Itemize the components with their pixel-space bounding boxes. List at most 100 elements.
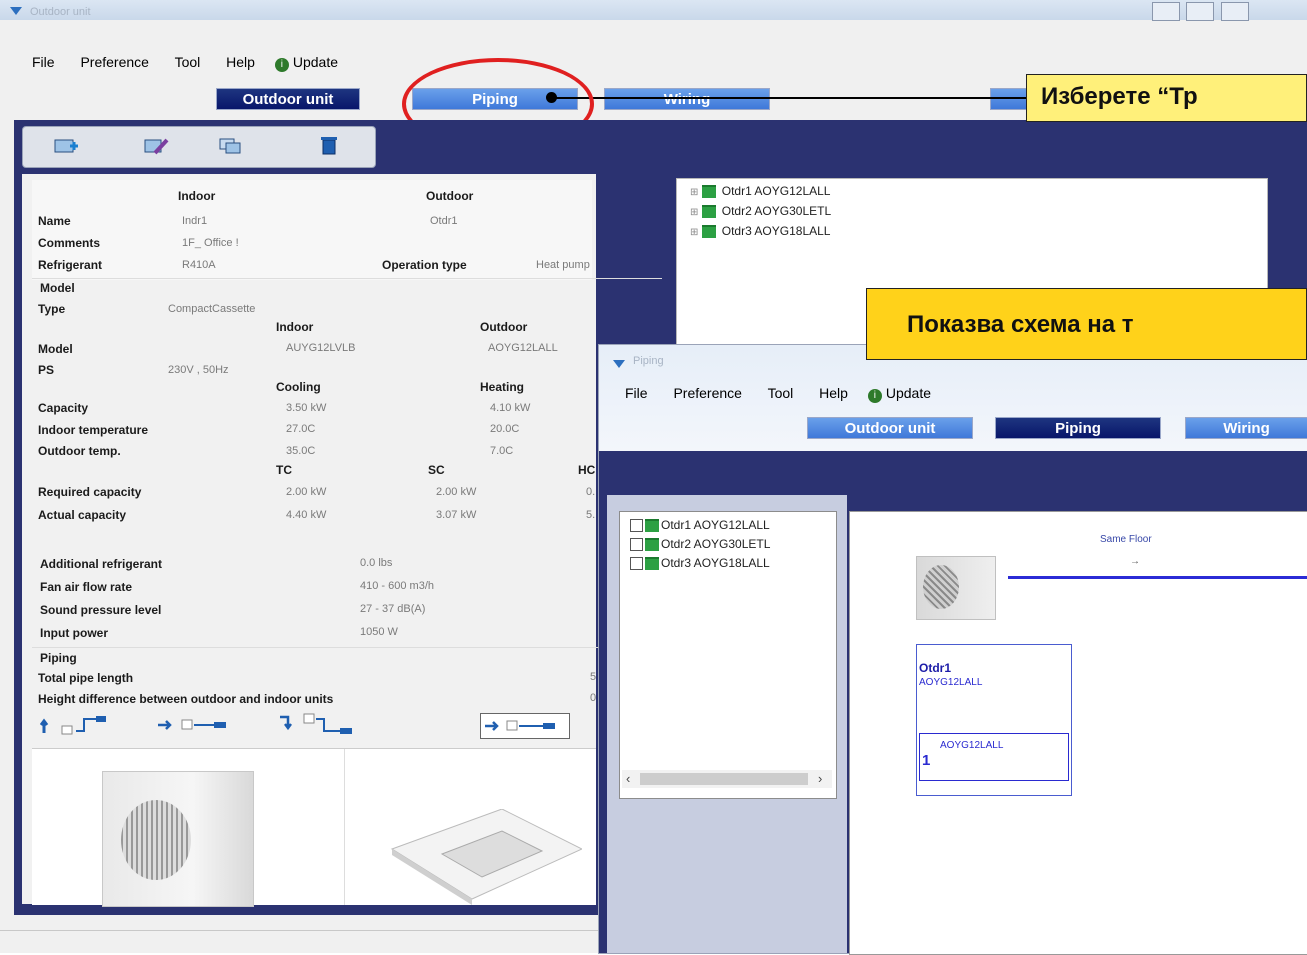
edit-unit-icon[interactable] (143, 137, 169, 155)
name-outdoor: Otdr1 (430, 215, 458, 227)
delete-unit-icon[interactable] (319, 135, 345, 155)
divider (344, 749, 345, 905)
unit-card-model: AOYG12LALL (919, 677, 983, 688)
additional-refrigerant-value: 0.0 lbs (360, 557, 393, 569)
actual-capacity-label: Actual capacity (38, 508, 127, 522)
piping-nav-outdoor-unit[interactable]: Outdoor unit (807, 417, 973, 439)
capacity-heat: 4.10 kW (490, 402, 531, 414)
model-section-title: Model (40, 281, 75, 295)
outdoor-col-head: Outdoor (426, 189, 474, 203)
back-tree-item-3[interactable]: ⊞ Otdr3 AOYG18LALL (690, 224, 831, 239)
product-images (32, 748, 596, 907)
piping-tree-item-2[interactable]: Otdr2 AOYG30LETL (630, 537, 770, 552)
back-tree-item-1[interactable]: ⊞ Otdr1 AOYG12LALL (690, 184, 831, 199)
indoor-temp-label: Indoor temperature (38, 423, 149, 437)
menu-preference[interactable]: Preference (80, 54, 148, 70)
back-tree-label: Otdr1 AOYG12LALL (721, 184, 831, 198)
required-capacity-tc: 2.00 kW (286, 486, 327, 498)
model-label: Model (38, 342, 73, 356)
fan-flow-value: 410 - 600 m3/h (360, 580, 434, 592)
checkbox[interactable] (630, 538, 643, 552)
piping-section-title: Piping (40, 651, 77, 665)
name-indoor: Indr1 (182, 215, 208, 227)
refrigerant-label: Refrigerant (38, 258, 103, 272)
pipe-length-label: Total pipe length (38, 671, 134, 685)
title-bar: Outdoor unit (0, 0, 1307, 21)
expand-icon[interactable]: ⊞ (690, 207, 698, 218)
operation-type-label: Operation type (382, 258, 467, 272)
piping-nav-piping[interactable]: Piping (995, 417, 1161, 439)
fan-grille-icon (923, 565, 959, 609)
piping-option-up-icon[interactable] (39, 713, 130, 737)
menu-update[interactable]: Update (293, 54, 338, 70)
menu-help[interactable]: Help (226, 54, 255, 70)
unit-folder-icon (702, 205, 717, 219)
piping-option-flat-icon[interactable] (156, 713, 246, 737)
back-tree-item-2[interactable]: ⊞ Otdr2 AOYG30LETL (690, 204, 832, 219)
menu-preference[interactable]: Preference (673, 385, 741, 401)
close-button[interactable] (1220, 2, 1249, 21)
horizontal-scrollbar[interactable]: ‹ › (622, 770, 832, 788)
maximize-button[interactable] (1186, 2, 1215, 21)
fan-flow-label: Fan air flow rate (40, 580, 133, 594)
expand-icon[interactable]: ⊞ (690, 227, 698, 238)
piping-window: Piping File Preference Tool Help i Update… (598, 344, 1307, 955)
back-tree-label: Otdr3 AOYG18LALL (721, 224, 831, 238)
checkbox[interactable] (630, 519, 643, 533)
outdoor-unit-thumbnail[interactable] (916, 556, 996, 620)
unit-folder-icon (702, 225, 717, 239)
unit-folder-icon (645, 519, 659, 533)
refrigerant-value: R410A (182, 259, 216, 271)
back-tree-label: Otdr2 AOYG30LETL (721, 204, 832, 218)
copy-unit-icon[interactable] (218, 137, 244, 155)
menu-file[interactable]: File (625, 385, 648, 401)
window-title: Outdoor unit (30, 6, 91, 18)
unit-folder-icon (645, 557, 659, 571)
required-capacity-label: Required capacity (38, 485, 142, 499)
checkbox[interactable] (630, 557, 643, 571)
scroll-thumb[interactable] (640, 773, 808, 785)
piping-tree-item-1[interactable]: Otdr1 AOYG12LALL (630, 518, 770, 533)
scroll-left-icon[interactable]: ‹ (626, 771, 630, 786)
add-unit-icon[interactable] (53, 137, 79, 155)
menu-help[interactable]: Help (819, 385, 848, 401)
outdoor-temp-cool: 35.0C (286, 445, 316, 457)
minimize-button[interactable] (1152, 2, 1180, 21)
type-value: CompactCassette (168, 303, 256, 315)
pipe-line (1008, 576, 1307, 579)
outdoor-unit-image (102, 771, 254, 907)
piping-option-selected-icon[interactable] (480, 713, 570, 739)
tc-head: TC (276, 463, 292, 477)
piping-menu-bar: File Preference Tool Help i Update (625, 385, 953, 403)
model-outdoor: AOYG12LALL (488, 342, 558, 354)
app-logo-icon (10, 7, 22, 15)
nav-outdoor-unit[interactable]: Outdoor unit (216, 88, 360, 110)
indoor-cassette-image (382, 808, 584, 905)
toolbar (22, 126, 376, 168)
piping-nav-wiring[interactable]: Wiring (1185, 417, 1307, 439)
heating-head: Heating (480, 380, 525, 394)
menu-tool[interactable]: Tool (768, 385, 794, 401)
menu-file[interactable]: File (32, 54, 55, 70)
expand-icon[interactable]: ⊞ (690, 187, 698, 198)
callout-select-piping: Изберете “Тр (1026, 74, 1307, 122)
piping-option-down-icon[interactable] (278, 711, 368, 737)
input-power-value: 1050 W (360, 626, 398, 638)
nav-wiring[interactable]: Wiring (604, 88, 770, 110)
update-icon: i (867, 389, 882, 403)
indoor-unit-box[interactable]: AOYG12LALL 1 (919, 733, 1069, 781)
unit-folder-icon (702, 185, 717, 199)
comments-label: Comments (38, 236, 101, 250)
floor-label: Same Floor (1100, 534, 1152, 545)
menu-tool[interactable]: Tool (175, 54, 201, 70)
scroll-right-icon[interactable]: › (818, 771, 822, 786)
additional-refrigerant-label: Additional refrigerant (40, 557, 163, 571)
piping-tree-item-3[interactable]: Otdr3 AOYG18LALL (630, 556, 770, 571)
unit-card[interactable]: Otdr1 AOYG12LALL AOYG12LALL 1 (916, 644, 1072, 796)
comments-value: 1F_ Office ! (182, 237, 239, 249)
piping-tree-label: Otdr3 AOYG18LALL (661, 556, 770, 570)
name-label: Name (38, 214, 71, 228)
ps-label: PS (38, 363, 55, 377)
menu-update[interactable]: Update (886, 385, 931, 401)
cooling-head: Cooling (276, 380, 321, 394)
